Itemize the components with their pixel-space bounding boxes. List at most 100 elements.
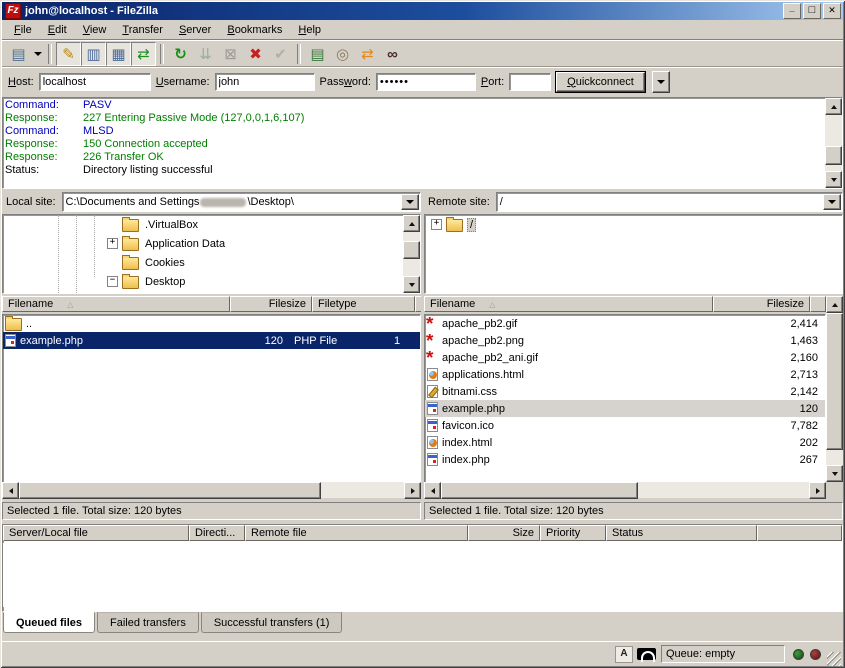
site-manager-dropdown[interactable] bbox=[31, 43, 44, 65]
file-row[interactable]: apache_pb2.png1,463 bbox=[425, 332, 825, 349]
synchronized-browsing-button[interactable] bbox=[355, 42, 380, 66]
queue-column-status[interactable]: Status bbox=[606, 525, 757, 541]
close-button[interactable] bbox=[823, 3, 841, 19]
file-row[interactable]: index.html202 bbox=[425, 434, 825, 451]
log-scrollbar[interactable] bbox=[825, 98, 842, 188]
tree-item-root[interactable]: + / bbox=[425, 215, 842, 234]
remote-site-combobox[interactable]: / bbox=[496, 192, 843, 212]
file-row-parent-dir[interactable]: .. bbox=[3, 315, 420, 332]
tree-item-virtualbox[interactable]: .VirtualBox bbox=[3, 215, 420, 234]
html-file-icon bbox=[427, 368, 438, 381]
scroll-right-icon[interactable] bbox=[809, 482, 826, 499]
file-row[interactable]: favicon.ico7,782 bbox=[425, 417, 825, 434]
password-label: Password: bbox=[320, 76, 371, 88]
scroll-thumb[interactable] bbox=[826, 313, 843, 450]
toggle-message-log-button[interactable] bbox=[56, 42, 81, 66]
scroll-down-icon[interactable] bbox=[826, 465, 843, 482]
file-row-example-php[interactable]: example.php 120 PHP File 1 bbox=[3, 332, 420, 349]
queue-column-size[interactable]: Size bbox=[468, 525, 540, 541]
resize-grip[interactable] bbox=[827, 652, 841, 666]
disconnect-button[interactable] bbox=[243, 42, 268, 66]
scroll-left-icon[interactable] bbox=[424, 482, 441, 499]
scroll-down-icon[interactable] bbox=[825, 171, 842, 188]
file-row[interactable]: apache_pb2_ani.gif2,160 bbox=[425, 349, 825, 366]
remote-file-list: apache_pb2.gif2,414 apache_pb2.png1,463 … bbox=[424, 314, 826, 484]
sort-asc-icon bbox=[67, 300, 73, 309]
file-row[interactable]: apache_pb2.gif2,414 bbox=[425, 315, 825, 332]
toggle-remote-tree-button[interactable] bbox=[106, 42, 131, 66]
menubar: File Edit View Transfer Server Bookmarks… bbox=[2, 21, 843, 41]
cancel-operation-button[interactable] bbox=[218, 42, 243, 66]
log-line: Response:227 Entering Passive Mode (127,… bbox=[5, 112, 824, 125]
reconnect-button[interactable] bbox=[268, 42, 293, 66]
toggle-local-tree-button[interactable] bbox=[81, 42, 106, 66]
tab-queued-files[interactable]: Queued files bbox=[3, 612, 95, 633]
scroll-up-icon[interactable] bbox=[826, 296, 843, 313]
quickconnect-button[interactable]: Quickconnect bbox=[556, 72, 645, 92]
file-row[interactable]: index.php267 bbox=[425, 451, 825, 468]
combo-dropdown-icon[interactable] bbox=[401, 194, 419, 210]
remote-vertical-scrollbar[interactable] bbox=[826, 296, 843, 482]
maximize-button[interactable] bbox=[803, 3, 821, 19]
find-files-button[interactable] bbox=[380, 42, 405, 66]
scroll-down-icon[interactable] bbox=[403, 276, 420, 293]
local-tree-scrollbar[interactable] bbox=[403, 215, 420, 293]
combo-dropdown-icon[interactable] bbox=[823, 194, 841, 210]
menu-view[interactable]: View bbox=[75, 22, 115, 39]
titlebar[interactable]: Fz john@localhost - FileZilla bbox=[2, 2, 843, 20]
scroll-thumb[interactable] bbox=[441, 482, 638, 499]
scroll-thumb[interactable] bbox=[19, 482, 321, 499]
menu-help[interactable]: Help bbox=[290, 22, 329, 39]
column-header-filesize[interactable]: Filesize bbox=[713, 296, 810, 312]
queue-column-priority[interactable]: Priority bbox=[540, 525, 606, 541]
column-header-filename[interactable]: Filename bbox=[424, 296, 713, 312]
collapse-icon[interactable]: − bbox=[107, 276, 118, 287]
password-input[interactable] bbox=[376, 73, 476, 91]
port-input[interactable] bbox=[509, 73, 551, 91]
column-header-last-modified[interactable]: L bbox=[415, 296, 421, 312]
menu-bookmarks[interactable]: Bookmarks bbox=[219, 22, 290, 39]
queue-column-server-local[interactable]: Server/Local file bbox=[3, 525, 189, 541]
tree-item-application-data[interactable]: + Application Data bbox=[3, 234, 420, 253]
remote-tree-icon bbox=[111, 47, 125, 62]
file-row[interactable]: bitnami.css2,142 bbox=[425, 383, 825, 400]
site-manager-button[interactable] bbox=[6, 42, 31, 66]
column-header-filetype[interactable]: Filetype bbox=[312, 296, 415, 312]
quickconnect-dropdown[interactable] bbox=[652, 71, 670, 93]
expand-icon[interactable]: + bbox=[107, 238, 118, 249]
menu-file[interactable]: File bbox=[6, 22, 40, 39]
process-queue-button[interactable] bbox=[193, 42, 218, 66]
username-input[interactable] bbox=[215, 73, 315, 91]
menu-edit[interactable]: Edit bbox=[40, 22, 75, 39]
file-row[interactable]: applications.html2,713 bbox=[425, 366, 825, 383]
tree-item-desktop[interactable]: − Desktop bbox=[3, 272, 420, 291]
expand-icon[interactable]: + bbox=[431, 219, 442, 230]
scroll-up-icon[interactable] bbox=[403, 215, 420, 232]
directory-comparison-button[interactable] bbox=[330, 42, 355, 66]
local-horizontal-scrollbar[interactable] bbox=[2, 482, 421, 498]
local-site-combobox[interactable]: C:\Documents and Settings\Desktop\ bbox=[62, 192, 421, 212]
tab-successful-transfers[interactable]: Successful transfers (1) bbox=[201, 612, 343, 633]
tree-item-cookies[interactable]: Cookies bbox=[3, 253, 420, 272]
toggle-transfer-queue-button[interactable] bbox=[131, 42, 156, 66]
file-row-selected[interactable]: example.php120 bbox=[425, 400, 825, 417]
tab-failed-transfers[interactable]: Failed transfers bbox=[97, 612, 199, 633]
queue-column-remote-file[interactable]: Remote file bbox=[245, 525, 468, 541]
php-file-icon bbox=[427, 453, 438, 466]
host-input[interactable] bbox=[39, 73, 151, 91]
directory-listing-filters-button[interactable] bbox=[305, 42, 330, 66]
queue-column-direction[interactable]: Directi... bbox=[189, 525, 245, 541]
scroll-right-icon[interactable] bbox=[404, 482, 421, 499]
filter-icon bbox=[310, 47, 324, 62]
menu-transfer[interactable]: Transfer bbox=[114, 22, 171, 39]
minimize-button[interactable] bbox=[783, 3, 801, 19]
scroll-up-icon[interactable] bbox=[825, 98, 842, 115]
remote-horizontal-scrollbar[interactable] bbox=[424, 482, 826, 498]
scroll-left-icon[interactable] bbox=[2, 482, 19, 499]
menu-server[interactable]: Server bbox=[171, 22, 219, 39]
refresh-button[interactable] bbox=[168, 42, 193, 66]
scroll-thumb[interactable] bbox=[403, 241, 420, 259]
column-header-filesize[interactable]: Filesize bbox=[230, 296, 312, 312]
scroll-thumb[interactable] bbox=[825, 146, 842, 165]
column-header-filename[interactable]: Filename bbox=[2, 296, 230, 312]
